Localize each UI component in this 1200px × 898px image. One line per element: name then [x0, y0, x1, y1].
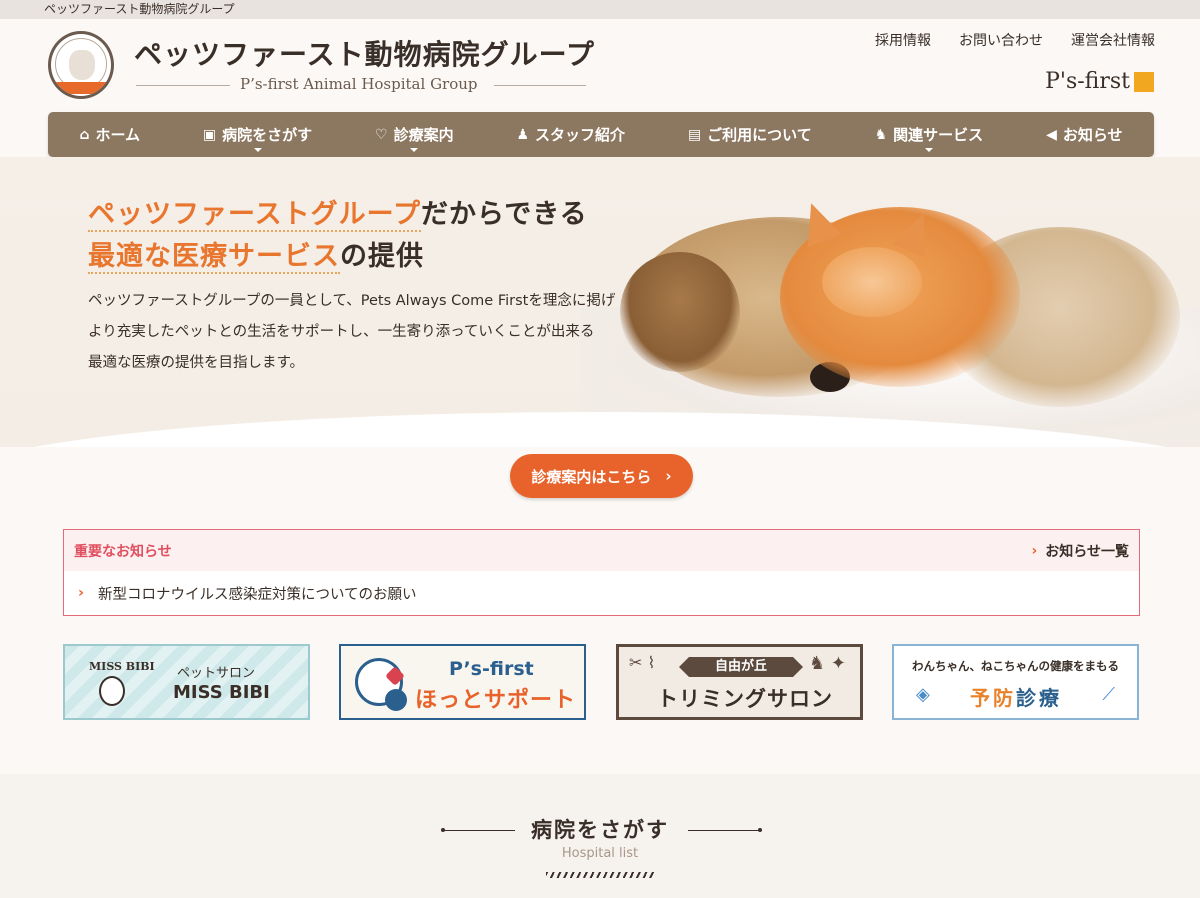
section-subtitle: Hospital list: [561, 846, 639, 861]
top-bar: ペッツファースト動物病院グループ: [0, 0, 1200, 19]
hero-heading-line2: 最適な医療サービスの提供: [88, 239, 424, 275]
notice-list-label: お知らせ一覧: [1045, 543, 1129, 560]
logo-badge[interactable]: [48, 31, 114, 99]
cta-label: 診療案内はこちら: [531, 467, 652, 486]
banner-trimming-salon[interactable]: ✂ ⌇ 自由が丘 ♞ ✦ トリミングサロン: [616, 644, 863, 720]
subtitle-line-left: [136, 85, 230, 86]
banner-large-blue: 診療: [1016, 686, 1062, 710]
utility-nav: 採用情報 お問い合わせ 運営会社情報: [875, 30, 1155, 50]
brand-text: P's-first: [1045, 69, 1130, 94]
megaphone-icon: ◀: [1046, 126, 1057, 143]
staff-icon: ♟: [516, 126, 530, 143]
psfirst-brand-logo[interactable]: P's-first: [1045, 69, 1154, 94]
site-title[interactable]: ペッツファースト動物病院グループ: [134, 33, 595, 73]
hero-highlight: 最適な医療サービス: [88, 241, 340, 274]
service-banners: MISS BIBI ペットサロン MISS BIBI P’s-first ほっと…: [63, 644, 1140, 720]
dropdown-caret-icon: [253, 148, 262, 152]
nav-item-usage[interactable]: ▤ ご利用について: [678, 112, 822, 157]
pill-icon: ◈: [916, 684, 930, 705]
nav-item-staff[interactable]: ♟ スタッフ紹介: [506, 112, 635, 157]
notice-list-link[interactable]: › お知らせ一覧: [1031, 541, 1129, 561]
miss-bibi-logo-text: MISS BIBI: [89, 660, 155, 673]
nav-item-news[interactable]: ◀ お知らせ: [1036, 112, 1132, 157]
clipboard-icon: ▤: [687, 126, 702, 143]
nav-label: スタッフ紹介: [535, 126, 626, 144]
hero-description-line: より充実したペットとの生活をサポートし、一生寄り添っていくことが出来る: [88, 324, 595, 340]
hospital-list-section: 病院をさがす Hospital list: [0, 774, 1200, 898]
banner-preventive-care[interactable]: わんちゃん、ねこちゃんの健康をまもる ◈ 予防診療 ⟋: [892, 644, 1139, 720]
miss-bibi-face-icon: [99, 676, 125, 706]
section-deco-stripes: [546, 872, 656, 878]
photo-cat-face: [822, 247, 922, 317]
hero-description-line: ペッツファーストグループの一員として、Pets Always Come Firs…: [88, 293, 616, 309]
util-link-company[interactable]: 運営会社情報: [1071, 30, 1155, 50]
chevron-right-icon: ›: [1031, 542, 1038, 559]
chevron-right-icon: ›: [665, 467, 672, 485]
nav-label: 関連サービス: [893, 126, 984, 144]
dog-icon: ♞: [874, 126, 888, 143]
banner-line1: P’s-first: [449, 658, 534, 680]
notice-header: 重要なお知らせ › お知らせ一覧: [64, 530, 1139, 571]
util-link-contact[interactable]: お問い合わせ: [959, 30, 1043, 50]
heart-icon: [385, 666, 405, 686]
nav-item-home[interactable]: ⌂ ホーム: [69, 112, 150, 157]
dropdown-caret-icon: [410, 148, 419, 152]
hero-heading-line1: ペッツファーストグループだからできる: [88, 197, 588, 233]
stethoscope-icon: ♡: [375, 126, 388, 143]
hot-support-logo-icon: [355, 658, 407, 711]
scissors-comb-icon: ✂ ⌇: [629, 653, 656, 672]
site-header: ペッツファースト動物病院グループ P’s-first Animal Hospit…: [0, 19, 1200, 111]
logo-dog-icon: [69, 50, 95, 80]
banner-main-text: トリミングサロン: [657, 687, 833, 711]
banner-small-text: わんちゃん、ねこちゃんの健康をまもる: [912, 659, 1119, 673]
important-notice-box: 重要なお知らせ › お知らせ一覧 › 新型コロナウイルス感染症対策についてのお願…: [63, 529, 1140, 616]
hero-heading-text: だからできる: [421, 199, 588, 230]
banner-small-text: ペットサロン: [177, 666, 256, 681]
subtitle-line-right: [494, 85, 586, 86]
logo-ribbon: [51, 82, 111, 94]
hero-heading-text: の提供: [340, 241, 424, 272]
notice-item[interactable]: › 新型コロナウイルス感染症対策についてのお願い: [64, 571, 1139, 615]
nav-label: お知らせ: [1062, 126, 1123, 144]
nav-item-related-services[interactable]: ♞ 関連サービス: [865, 112, 994, 157]
person-icon: [385, 689, 407, 711]
notice-title: 重要なお知らせ: [74, 543, 172, 560]
banner-hot-support[interactable]: P’s-first ほっとサポート: [339, 644, 586, 720]
notice-item-text: 新型コロナウイルス感染症対策についてのお願い: [97, 586, 417, 603]
banner-large-text: MISS BIBI: [173, 682, 270, 703]
chevron-right-icon: ›: [78, 585, 84, 601]
hero-highlight: ペッツファーストグループ: [88, 199, 422, 232]
dog-sparkle-icon: ♞ ✦: [809, 653, 846, 674]
section-title-line-right: [688, 828, 762, 832]
hero-description: ペッツファーストグループの一員として、Pets Always Come Firs…: [88, 286, 668, 379]
banner-large-text: 予防診療: [970, 682, 1062, 711]
nav-label: 診療案内: [393, 126, 454, 144]
nav-label: ご利用について: [707, 126, 812, 144]
banner-line2: ほっとサポート: [415, 688, 577, 713]
location-tag: 自由が丘: [679, 657, 803, 677]
medical-guide-cta-button[interactable]: 診療案内はこちら ›: [510, 454, 693, 498]
hero-description-line: 最適な医療の提供を目指します。: [88, 355, 305, 371]
section-title: 病院をさがす: [531, 818, 669, 842]
syringe-icon: ⟋: [1102, 684, 1115, 705]
util-link-recruit[interactable]: 採用情報: [875, 30, 931, 50]
top-bar-text: ペッツファースト動物病院グループ: [44, 2, 235, 16]
main-nav: ⌂ ホーム ▣ 病院をさがす ♡ 診療案内 ♟ スタッフ紹介 ▤ ご利用について…: [48, 112, 1154, 157]
line-dot: [758, 828, 762, 832]
nav-label: 病院をさがす: [222, 126, 313, 144]
site-subtitle: P’s-first Animal Hospital Group: [240, 75, 478, 93]
banner-miss-bibi[interactable]: MISS BIBI ペットサロン MISS BIBI: [63, 644, 310, 720]
dropdown-caret-icon: [924, 148, 933, 152]
nav-label: ホーム: [95, 126, 141, 144]
home-icon: ⌂: [79, 126, 90, 143]
clinic-icon: ▣: [202, 126, 217, 143]
nav-item-medical-guide[interactable]: ♡ 診療案内: [365, 112, 464, 157]
banner-large-orange: 予防: [970, 686, 1016, 710]
brand-square-icon: [1134, 71, 1154, 92]
nav-item-find-hospital[interactable]: ▣ 病院をさがす: [193, 112, 322, 157]
